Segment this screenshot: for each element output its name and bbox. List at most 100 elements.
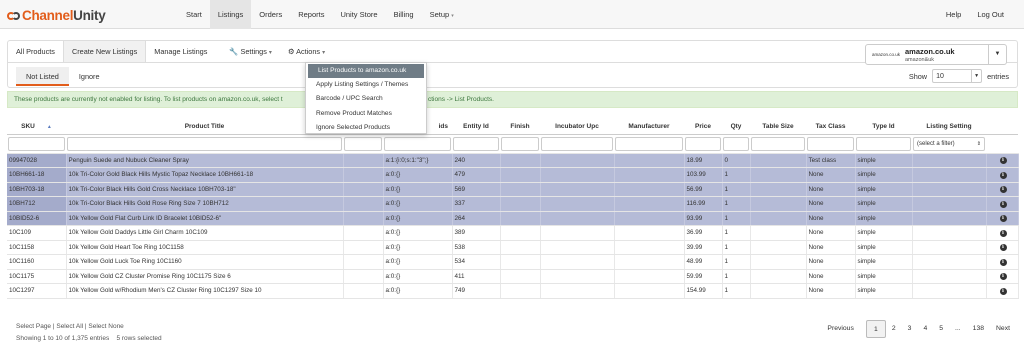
info-icon[interactable]: i xyxy=(999,229,1007,237)
table-row[interactable]: 10C1160 10k Yellow Gold Luck Toe Ring 10C… xyxy=(7,254,1019,270)
cell-tax-class: None xyxy=(806,240,856,255)
cell-type-id: simple xyxy=(855,269,913,284)
col-finish[interactable]: Finish xyxy=(500,120,540,135)
tab-all-products[interactable]: All Products xyxy=(8,41,63,62)
pager-next[interactable]: Next xyxy=(990,320,1016,338)
cell-qty: 1 xyxy=(722,283,751,299)
cell-manufacturer xyxy=(614,153,685,168)
table-row[interactable]: 09947028 Penguin Suede and Nubuck Cleaner… xyxy=(7,153,1019,168)
nav-billing[interactable]: Billing xyxy=(386,0,422,29)
col-price[interactable]: Price xyxy=(684,120,722,135)
cell-title: 10k Yellow Gold Luck Toe Ring 10C1160 xyxy=(66,254,344,270)
filter-table-size-input[interactable] xyxy=(751,136,805,151)
info-icon[interactable]: i xyxy=(999,186,1007,194)
col-listing-setting[interactable]: Listing Setting xyxy=(912,120,986,135)
info-icon[interactable]: i xyxy=(999,258,1007,266)
info-icon[interactable]: i xyxy=(999,200,1007,208)
filter-manufacturer-input[interactable] xyxy=(615,136,683,151)
col-qty[interactable]: Qty xyxy=(722,120,750,135)
nav-orders[interactable]: Orders xyxy=(251,0,290,29)
cell-price: 48.99 xyxy=(684,254,723,270)
col-sku[interactable]: SKU ▲ xyxy=(7,120,66,135)
info-icon[interactable]: i xyxy=(999,287,1007,295)
filter-finish-input[interactable] xyxy=(501,136,539,151)
filter-tax-input[interactable] xyxy=(807,136,854,151)
menu-barcode-search[interactable]: Barcode / UPC Search xyxy=(306,92,426,106)
col-manufacturer[interactable]: Manufacturer xyxy=(614,120,684,135)
menu-ignore-selected[interactable]: Ignore Selected Products xyxy=(306,121,426,135)
cell-type-id: simple xyxy=(855,254,913,270)
cell-qty: 1 xyxy=(722,167,751,183)
filter-ids-input[interactable] xyxy=(384,136,451,151)
menu-remove-matches[interactable]: Remove Product Matches xyxy=(306,107,426,121)
col-tax-class[interactable]: Tax Class xyxy=(806,120,855,135)
nav-help[interactable]: Help xyxy=(938,0,969,29)
table-row[interactable]: 10C1297 10k Yellow Gold w/Rhodium Men's C… xyxy=(7,283,1019,299)
table-row[interactable]: 10BID52-6 10k Yellow Gold Flat Curb Link … xyxy=(7,211,1019,226)
filter-entity-input[interactable] xyxy=(453,136,499,151)
tab-ignore[interactable]: Ignore xyxy=(69,67,110,86)
cell-entity-id: 749 xyxy=(452,283,501,299)
table-row[interactable]: 10C109 10k Yellow Gold Daddys Little Girl… xyxy=(7,225,1019,241)
nav-listings[interactable]: Listings xyxy=(209,0,252,29)
table-row[interactable]: 10C1175 10k Yellow Gold CZ Cluster Promis… xyxy=(7,269,1019,284)
cell-title: 10k Yellow Gold Heart Toe Ring 10C1158 xyxy=(66,240,344,255)
filter-type-input[interactable] xyxy=(856,136,911,151)
page-size-select[interactable]: 10 ▼ xyxy=(932,69,983,83)
nav-unity-store[interactable]: Unity Store xyxy=(332,0,385,29)
caret-down-icon[interactable]: ▼ xyxy=(988,45,1006,64)
pager-page-2[interactable]: 2 xyxy=(886,320,902,338)
tab-manage-listings[interactable]: Manage Listings xyxy=(146,41,215,62)
info-icon[interactable]: i xyxy=(999,244,1007,252)
account-selector[interactable]: amazon.co.uk amazon.co.uk amazon&uk ▼ xyxy=(865,44,1007,65)
nav-reports[interactable]: Reports xyxy=(290,0,332,29)
tab-not-listed[interactable]: Not Listed xyxy=(16,67,69,86)
pager-previous[interactable]: Previous xyxy=(821,320,859,338)
cell-info: i xyxy=(986,269,1019,284)
table-row[interactable]: 10BH661-18 10k Tri-Color Gold Black Hills… xyxy=(7,167,1019,183)
selection-links[interactable]: Select Page | Select All | Select None xyxy=(16,323,124,330)
tab-create-new-listings[interactable]: Create New Listings xyxy=(62,41,147,62)
pager-page-4[interactable]: 4 xyxy=(917,320,933,338)
col-incubator-upc[interactable]: Incubator Upc xyxy=(540,120,614,135)
actions-dropdown: List Products to amazon.co.uk Apply List… xyxy=(305,62,427,134)
settings-menu-button[interactable]: 🔧 Settings ▾ xyxy=(221,41,280,62)
info-icon[interactable]: i xyxy=(999,215,1007,223)
pager-page-1[interactable]: 1 xyxy=(865,320,886,338)
info-icon[interactable]: i xyxy=(999,157,1007,165)
nav-start[interactable]: Start xyxy=(178,0,210,29)
col-product-title[interactable]: Product Title xyxy=(66,120,343,135)
filter-upc-input[interactable] xyxy=(541,136,613,151)
cell-manufacturer xyxy=(614,167,685,183)
status-tabs: Not Listed Ignore xyxy=(8,67,110,86)
actions-menu-button[interactable]: ⚙ Actions ▾ xyxy=(280,41,333,62)
pager-page-138[interactable]: 138 xyxy=(967,320,990,338)
pager-page-5[interactable]: 5 xyxy=(933,320,949,338)
info-icon[interactable]: i xyxy=(999,273,1007,281)
filter-title-input[interactable] xyxy=(67,136,342,151)
cell-type-id: simple xyxy=(855,225,913,241)
cell-entity-id: 534 xyxy=(452,254,501,270)
col-table-size[interactable]: Table Size xyxy=(750,120,806,135)
filter-sku-input[interactable] xyxy=(8,136,65,151)
filter-hidden-input[interactable] xyxy=(344,136,382,151)
table-row[interactable]: 10BH712 10k Tri-Color Black Hills Gold Ro… xyxy=(7,196,1019,212)
menu-list-products[interactable]: List Products to amazon.co.uk xyxy=(308,64,424,79)
col-entity-id[interactable]: Entity Id xyxy=(452,120,500,135)
nav-logout[interactable]: Log Out xyxy=(969,0,1012,29)
filter-listing-setting-select[interactable]: (select a filter) ⇕ xyxy=(913,136,985,151)
table-row[interactable]: 10C1158 10k Yellow Gold Heart Toe Ring 10… xyxy=(7,240,1019,255)
cell-entity-id: 411 xyxy=(452,269,501,284)
info-icon[interactable]: i xyxy=(999,171,1007,179)
table-row[interactable]: 10BH703-18 10k Tri-Color Black Hills Gold… xyxy=(7,182,1019,197)
cell-empty xyxy=(343,225,384,241)
logo-text-2: Unity xyxy=(73,8,106,23)
menu-apply-settings[interactable]: Apply Listing Settings / Themes xyxy=(306,78,426,92)
channelunity-logo[interactable]: Channel Unity xyxy=(7,8,106,23)
listings-panel: All Products Create New Listings Manage … xyxy=(7,40,1018,88)
filter-qty-input[interactable] xyxy=(723,136,749,151)
col-type-id[interactable]: Type Id xyxy=(855,120,912,135)
filter-price-input[interactable] xyxy=(685,136,721,151)
pager-page-3[interactable]: 3 xyxy=(902,320,918,338)
nav-setup[interactable]: Setup ▾ xyxy=(422,0,462,29)
